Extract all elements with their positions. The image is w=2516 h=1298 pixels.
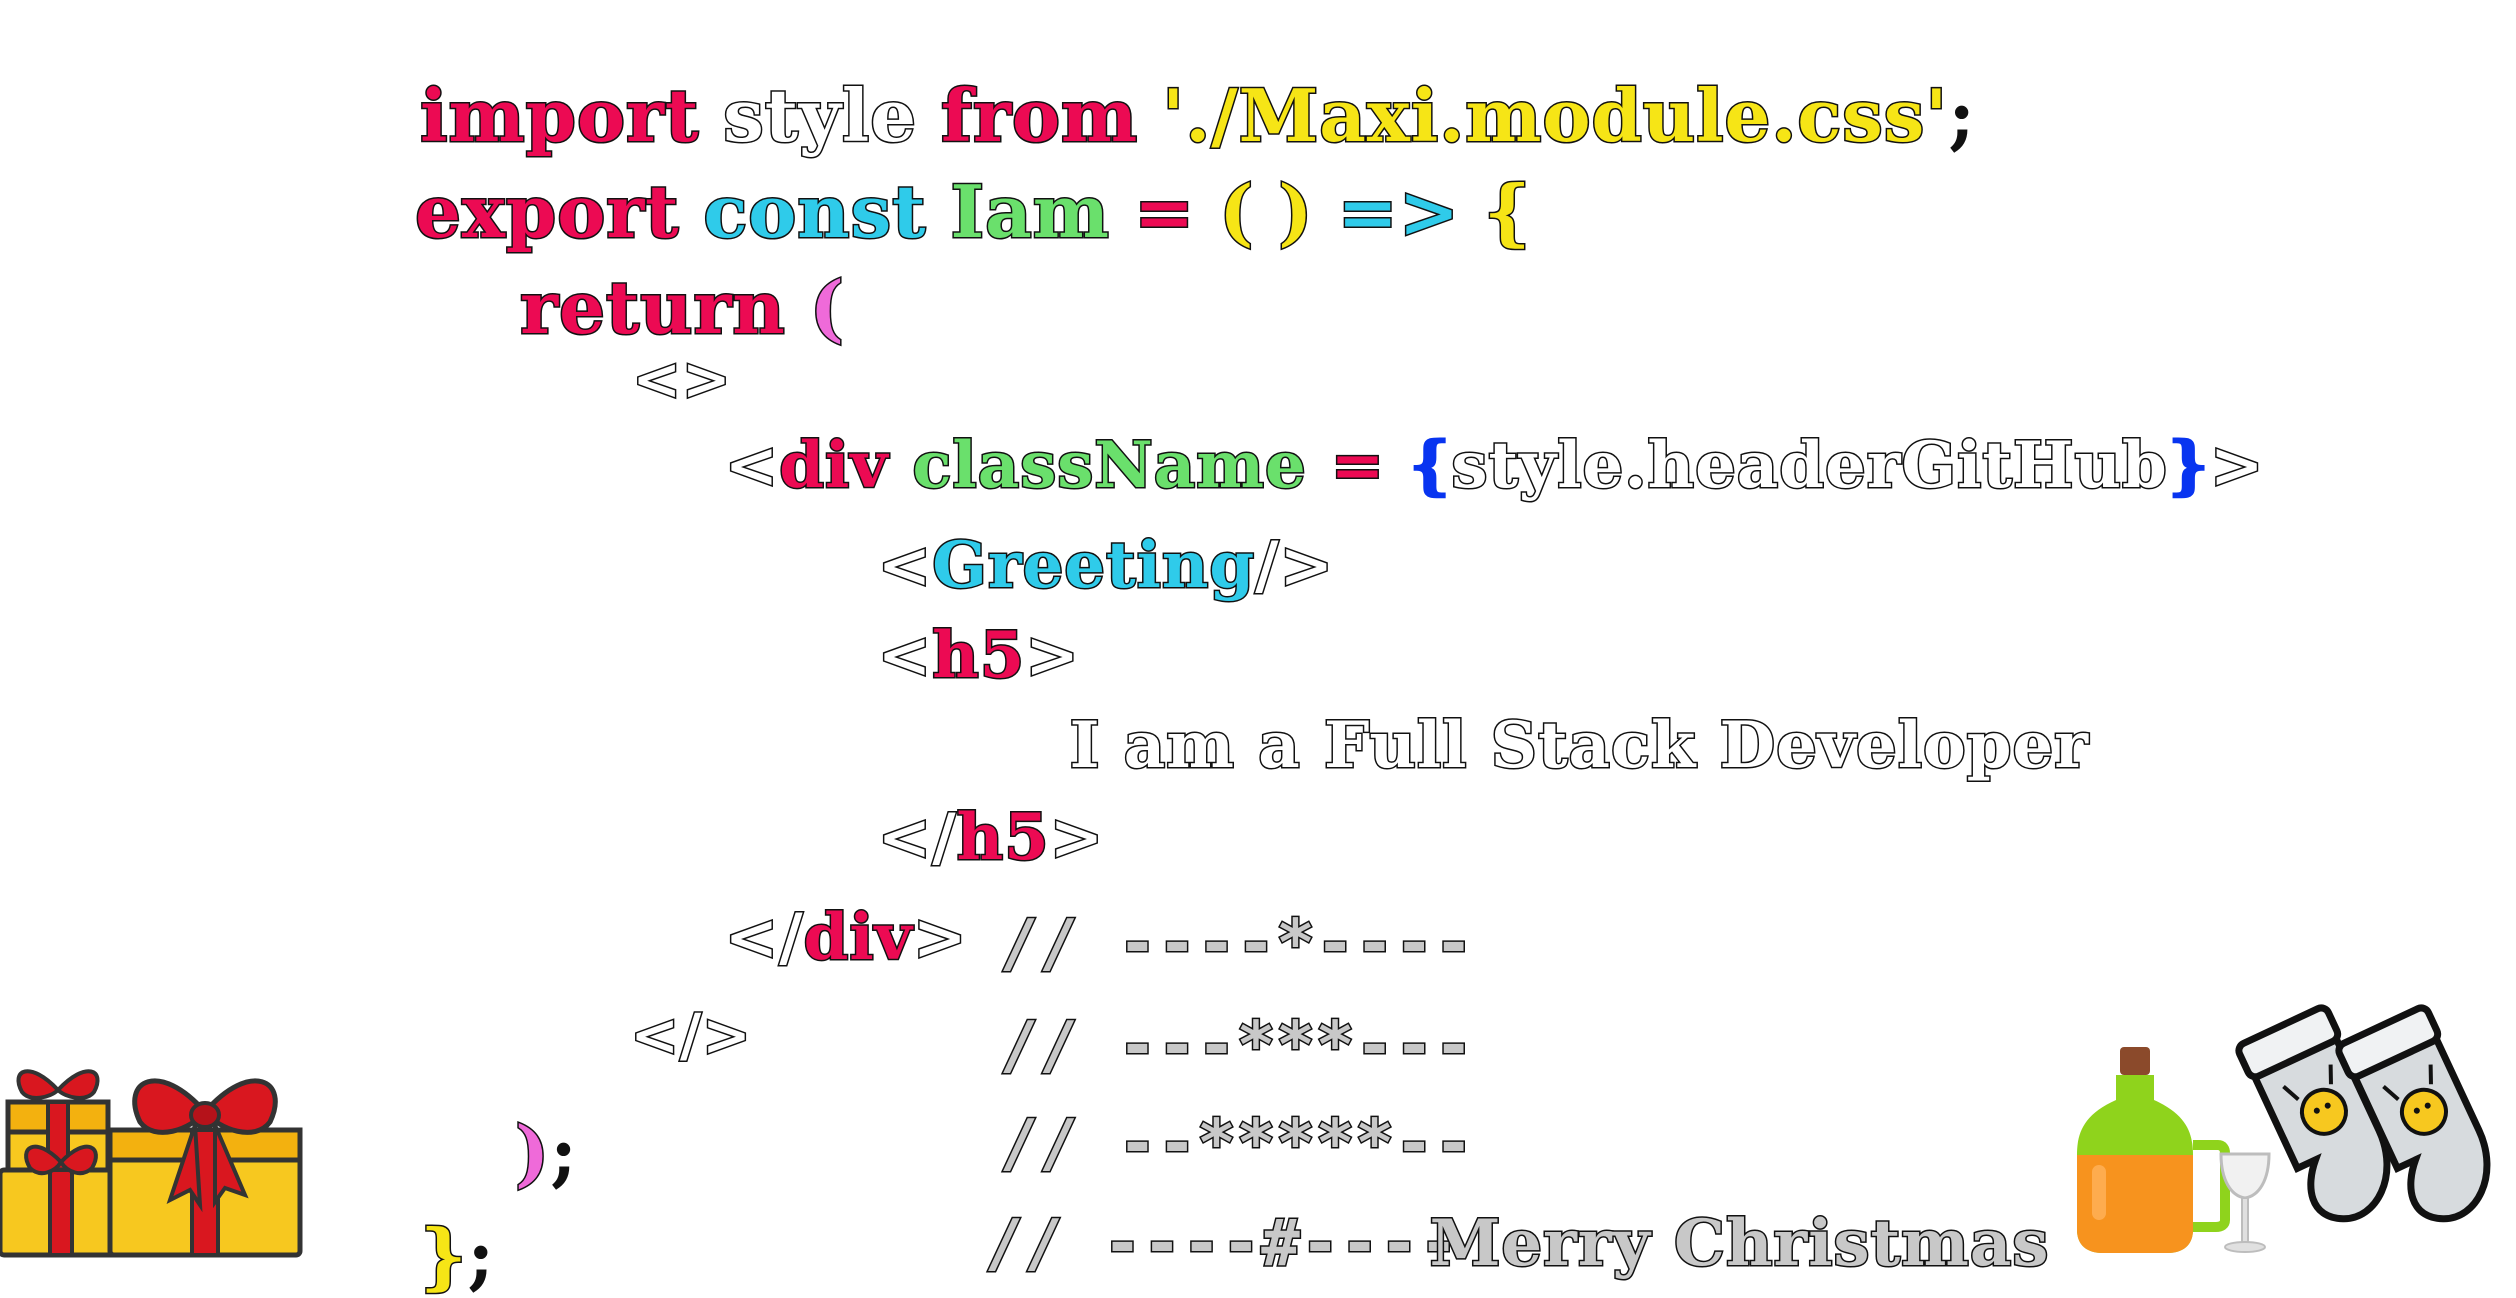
gift-boxes-icon bbox=[0, 1069, 303, 1258]
code-line-text: I am a Full Stack Developer bbox=[1025, 650, 2089, 783]
paren-close: ) bbox=[514, 1110, 551, 1195]
tag-div: div bbox=[802, 900, 913, 975]
brace-close: } bbox=[419, 1213, 468, 1298]
christmas-socks-icon bbox=[2235, 1004, 2491, 1223]
bottle-icon bbox=[2077, 1047, 2230, 1253]
code-line-fragment-close: </> bbox=[590, 948, 752, 1069]
paren-open: ( bbox=[808, 265, 845, 350]
semicolon: ; bbox=[467, 1213, 496, 1298]
tag-gt: > bbox=[2208, 428, 2265, 503]
tree-comment-4: // ----#---- bbox=[940, 1148, 1459, 1278]
merry-christmas-text: Merry Christmas bbox=[1428, 1206, 2050, 1281]
fragment-close: </> bbox=[629, 1001, 752, 1069]
merry-christmas: Merry Christmas bbox=[1385, 1148, 2050, 1281]
semicolon: ; bbox=[550, 1110, 578, 1195]
semicolon: ; bbox=[1948, 73, 1976, 158]
brace-close: } bbox=[2167, 428, 2210, 503]
paren-close: ) bbox=[1277, 169, 1314, 254]
arrow-operator: => bbox=[1336, 169, 1461, 254]
identifier-iam: Iam bbox=[949, 169, 1111, 254]
expression-style: style.headerGitHub bbox=[1450, 428, 2168, 503]
paren-open: ( bbox=[1218, 169, 1255, 254]
operator-equals: = bbox=[1132, 169, 1196, 254]
code-line-brace-close: }; bbox=[370, 1148, 496, 1298]
self-close: /> bbox=[1254, 528, 1335, 603]
tag-h5: h5 bbox=[931, 618, 1026, 693]
tag-lt: < bbox=[876, 618, 933, 693]
developer-text: I am a Full Stack Developer bbox=[1068, 708, 2089, 783]
operator-equals: = bbox=[1329, 428, 1386, 503]
tag-lt: < bbox=[723, 428, 780, 503]
brace-open: { bbox=[1408, 428, 1452, 503]
brace-open: { bbox=[1483, 169, 1532, 254]
